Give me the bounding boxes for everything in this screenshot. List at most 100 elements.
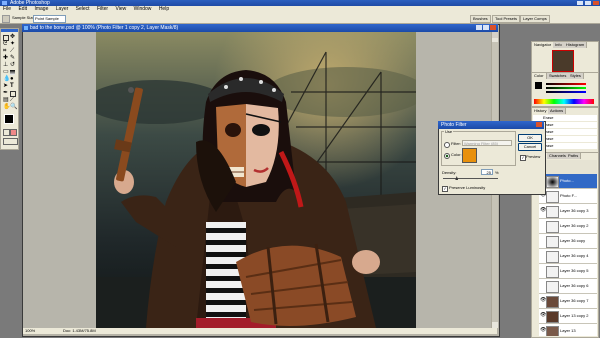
scroll-up-arrow-icon[interactable] [492, 32, 498, 38]
artwork-image[interactable] [96, 32, 416, 328]
layer-thumbnail[interactable] [546, 266, 559, 278]
navigator-thumbnail[interactable] [552, 50, 574, 72]
eye-icon[interactable] [540, 238, 544, 242]
tab-brushes[interactable]: Brushes [470, 15, 491, 23]
brush-tool-icon[interactable]: ✎ [10, 55, 15, 61]
color-spectrum-bar[interactable] [534, 99, 594, 104]
standard-mode-icon[interactable] [3, 129, 10, 136]
tab-tool-presets[interactable]: Tool Presets [492, 15, 521, 23]
menu-window[interactable]: Window [134, 6, 152, 12]
eye-icon[interactable] [540, 283, 544, 287]
color-radio[interactable] [444, 153, 450, 159]
layer-row[interactable]: Layer 36 copy 2 [539, 219, 597, 234]
close-icon[interactable] [593, 1, 599, 5]
quick-mask-mode-icon[interactable] [10, 129, 17, 136]
layer-thumbnail[interactable] [546, 281, 559, 293]
menu-file[interactable]: File [3, 6, 11, 12]
gradient-tool-icon[interactable] [10, 70, 15, 75]
density-input[interactable]: 25 [481, 169, 493, 175]
menu-filter[interactable]: Filter [97, 6, 108, 12]
notes-tool-icon[interactable]: ▤ [3, 97, 9, 103]
zoom-tool-icon[interactable]: 🔍 [10, 104, 17, 110]
menu-edit[interactable]: Edit [18, 6, 27, 12]
doc-maximize-icon[interactable] [483, 25, 489, 30]
color-slider-g[interactable] [546, 87, 586, 89]
tab-layer-comps[interactable]: Layer Comps [520, 15, 550, 23]
layer-thumbnail[interactable] [546, 326, 559, 336]
menu-help[interactable]: Help [159, 6, 169, 12]
move-tool-icon[interactable]: ✥ [10, 34, 15, 40]
tab-navigator[interactable]: Navigator [532, 42, 555, 48]
eye-icon[interactable]: 👁 [540, 328, 546, 333]
tab-paths[interactable]: Paths [566, 153, 582, 159]
layer-row[interactable]: Layer 36 copy 4 [539, 249, 597, 264]
layer-row[interactable]: 👁 Layer 36 copy 3 [539, 204, 597, 219]
layer-mask-thumbnail[interactable] [546, 176, 559, 188]
eye-icon[interactable] [540, 223, 544, 227]
menu-layer[interactable]: Layer [56, 6, 69, 12]
filter-radio[interactable] [444, 142, 450, 148]
filter-color-swatch[interactable] [462, 148, 477, 163]
eraser-tool-icon[interactable]: ▭ [3, 69, 9, 75]
hand-tool-icon[interactable]: ✋ [3, 104, 10, 110]
tab-swatches[interactable]: Swatches [547, 73, 570, 79]
dialog-close-icon[interactable] [536, 122, 542, 127]
crop-tool-icon[interactable]: ⌗ [3, 48, 8, 54]
eyedropper-tool-icon[interactable]: ⟋ [10, 97, 15, 103]
menu-select[interactable]: Select [76, 6, 90, 12]
clone-stamp-tool-icon[interactable]: ⊥ [3, 62, 8, 68]
blur-tool-icon[interactable]: 💧 [3, 76, 10, 82]
menu-view[interactable]: View [115, 6, 126, 12]
healing-brush-tool-icon[interactable]: ✚ [3, 55, 8, 61]
path-selection-tool-icon[interactable]: ➤ [3, 83, 8, 89]
color-fg-swatch[interactable] [535, 82, 542, 89]
layer-row[interactable]: Layer 36 copy 6 [539, 279, 597, 294]
color-slider-b[interactable] [546, 91, 586, 93]
layer-row[interactable]: 👁 Photo F... [539, 189, 597, 204]
eyedropper-tool-preset-icon[interactable] [2, 15, 10, 23]
layer-thumbnail[interactable] [546, 296, 559, 308]
slice-tool-icon[interactable]: ⟋ [10, 48, 15, 54]
preserve-luminosity-checkbox[interactable]: ✓ [442, 186, 448, 192]
eye-icon[interactable]: 👁 [540, 298, 546, 303]
minimize-icon[interactable] [577, 1, 583, 5]
layer-row[interactable]: 👁 Layer 13 [539, 324, 597, 336]
layer-thumbnail[interactable] [546, 191, 559, 203]
eye-icon[interactable]: 👁 [540, 208, 546, 213]
status-zoom[interactable]: 100% [25, 328, 35, 334]
history-brush-tool-icon[interactable]: ↺ [10, 62, 15, 68]
dodge-tool-icon[interactable]: ● [10, 76, 15, 82]
tab-actions[interactable]: Actions [548, 108, 567, 114]
type-tool-icon[interactable]: T [10, 83, 15, 89]
layer-row[interactable]: 👁 Layer 13 copy 2 [539, 309, 597, 324]
filter-select[interactable]: Warming Filter (85) [462, 140, 512, 146]
tab-color[interactable]: Color [532, 73, 547, 79]
ok-button[interactable]: OK [518, 134, 542, 142]
sample-size-select[interactable]: Point Sample [33, 15, 66, 23]
tab-history[interactable]: History [532, 108, 550, 114]
layer-thumbnail[interactable] [546, 311, 559, 323]
tab-histogram[interactable]: Histogram [564, 42, 588, 48]
cancel-button[interactable]: Cancel [518, 143, 542, 151]
foreground-color-swatch[interactable] [4, 114, 14, 124]
layer-thumbnail[interactable] [546, 221, 559, 233]
layer-row[interactable]: Layer 36 copy [539, 234, 597, 249]
layer-thumbnail[interactable] [546, 206, 559, 218]
tab-styles[interactable]: Styles [568, 73, 584, 79]
layer-thumbnail[interactable] [546, 251, 559, 263]
tab-info[interactable]: Info [553, 42, 565, 48]
lasso-tool-icon[interactable]: ᘓ [3, 41, 8, 47]
maximize-icon[interactable] [585, 1, 591, 5]
eye-icon[interactable] [540, 268, 544, 272]
menu-image[interactable]: Image [34, 6, 48, 12]
pen-tool-icon[interactable]: ✒ [3, 90, 8, 96]
magic-wand-tool-icon[interactable]: ✦ [10, 41, 15, 47]
layer-row[interactable]: 👁 Photo... [539, 174, 597, 189]
layer-thumbnail[interactable] [546, 236, 559, 248]
eye-icon[interactable] [540, 253, 544, 257]
color-slider-r[interactable] [546, 83, 586, 85]
density-slider-track[interactable] [443, 178, 498, 179]
doc-minimize-icon[interactable] [476, 25, 482, 30]
doc-close-icon[interactable] [490, 25, 496, 30]
layer-row[interactable]: 👁 Layer 36 copy 7 [539, 294, 597, 309]
